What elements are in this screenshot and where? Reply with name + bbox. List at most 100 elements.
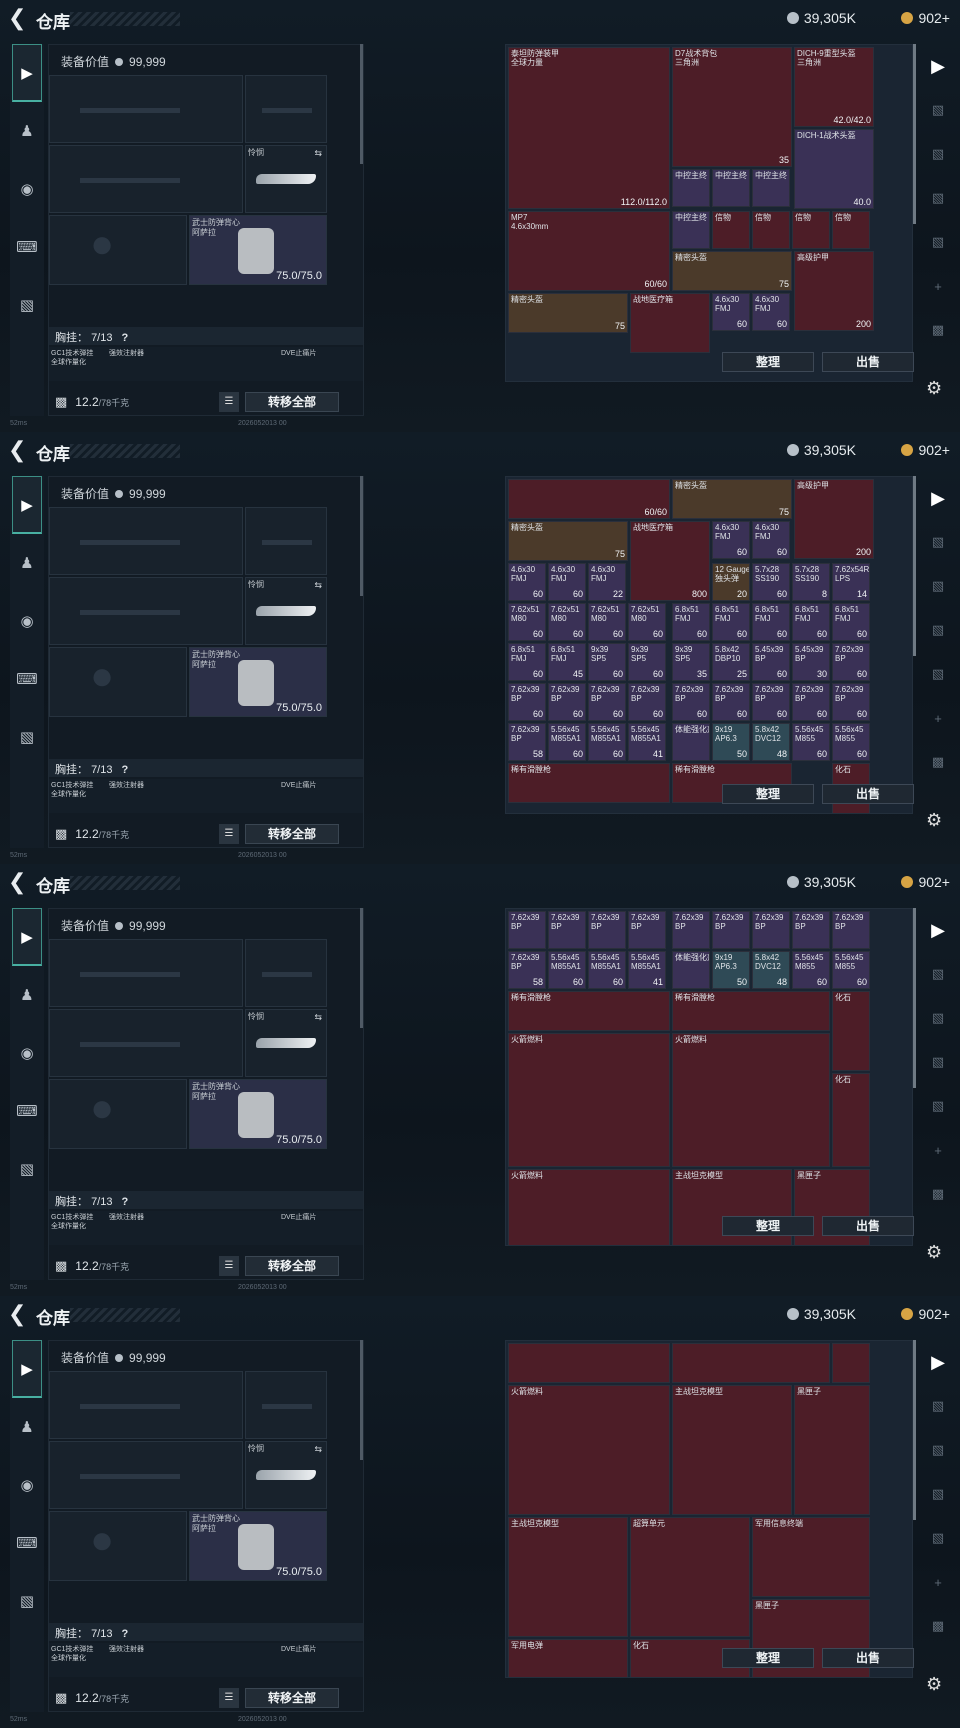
stash-tab-icon[interactable]: ▧ <box>920 1084 956 1128</box>
stash-tab-icon[interactable]: ▧ <box>920 652 956 696</box>
secondary-weapon-slot[interactable]: —— <box>49 145 243 213</box>
stash-tab-icon[interactable]: ▧ <box>920 1428 956 1472</box>
stash-tab-main-icon[interactable]: ▶ <box>920 908 956 952</box>
sort-button[interactable]: 整理 <box>722 1648 814 1668</box>
sort-button[interactable]: 整理 <box>722 784 814 804</box>
stash-item[interactable]: 7.62x39 BP 60 <box>712 683 750 721</box>
knife-slot[interactable]: 怜悯 ⇆ <box>245 145 327 213</box>
stash-item[interactable]: 5.56x45 M855A1 60 <box>548 951 586 989</box>
stash-item[interactable]: 7.62x39 BP <box>672 911 710 949</box>
stash-tab-icon[interactable]: ▧ <box>920 952 956 996</box>
add-tab-icon[interactable]: + <box>920 264 956 308</box>
stash-item[interactable]: 7.62x54R LPS 14 <box>832 563 870 601</box>
sell-button[interactable]: 出售 <box>822 1648 914 1668</box>
stash-item[interactable]: 泰坦防弹装甲 全球力量 112.0/112.0 <box>508 47 670 209</box>
transfer-all-button[interactable]: 转移全部 <box>245 824 339 844</box>
transfer-all-button[interactable]: 转移全部 <box>245 1688 339 1708</box>
helmet-slot[interactable]: ● <box>49 1079 187 1149</box>
lock-icon[interactable]: ▩ <box>920 1604 956 1648</box>
loadout-scrollbar[interactable] <box>360 908 363 1028</box>
list-view-icon[interactable]: ☰ <box>219 392 239 412</box>
stash-item[interactable]: 6.8x51 FMJ 60 <box>832 603 870 641</box>
stash-item[interactable]: 12 Gauge 独头弹 20 <box>712 563 750 601</box>
add-tab-icon[interactable]: + <box>920 696 956 740</box>
stash-tab-icon[interactable]: ▧ <box>920 996 956 1040</box>
stash-item[interactable]: 4.6x30 FMJ 60 <box>712 293 750 331</box>
back-arrow-icon[interactable]: ❮ <box>8 871 28 893</box>
stash-item[interactable]: 6.8x51 FMJ 60 <box>712 603 750 641</box>
stash-tab-icon[interactable]: ▧ <box>920 176 956 220</box>
primary-weapon-slot[interactable]: —— <box>49 1371 243 1439</box>
stash-item[interactable]: 精密头盔 75 <box>672 251 792 291</box>
armor-slot[interactable]: 武士防弹背心 阿萨拉 75.0/75.0 <box>189 1511 327 1581</box>
stash-item[interactable]: 60/60 <box>508 479 670 519</box>
lock-icon[interactable]: ▩ <box>920 1172 956 1216</box>
weapons-category-icon[interactable]: ▶ <box>12 908 42 966</box>
stash-item[interactable]: 7.62x39 BP 60 <box>832 683 870 721</box>
list-view-icon[interactable]: ☰ <box>219 1256 239 1276</box>
swap-icon[interactable]: ⇆ <box>314 148 322 159</box>
stash-item[interactable]: 5.56x45 M855A1 60 <box>588 723 626 761</box>
stash-item[interactable]: 7.62x39 BP 60 <box>792 683 830 721</box>
helmet-category-icon[interactable]: ◉ <box>12 1456 42 1514</box>
stash-tab-icon[interactable]: ▧ <box>920 1384 956 1428</box>
stash-item[interactable]: 5.8x42 DVC12 48 <box>752 951 790 989</box>
stash-item[interactable]: 中控主终 <box>712 169 750 207</box>
case-category-icon[interactable]: ▧ <box>12 1140 42 1198</box>
armor-slot[interactable]: 武士防弹背心 阿萨拉 75.0/75.0 <box>189 647 327 717</box>
pistol-slot[interactable]: — <box>245 1371 327 1439</box>
stash-item[interactable]: 化石 <box>832 1073 870 1167</box>
stash-item[interactable]: 体能强化剂 <box>672 723 710 761</box>
stash-item[interactable]: 7.62x39 BP 58 <box>508 723 546 761</box>
stash-item[interactable]: 7.62x39 BP 60 <box>752 683 790 721</box>
stash-item[interactable]: 火箭燃料 <box>508 1169 670 1245</box>
stash-item[interactable]: 9x19 AP6.3 50 <box>712 723 750 761</box>
stash-item[interactable]: 信物 <box>792 211 830 249</box>
loadout-scrollbar[interactable] <box>360 44 363 164</box>
add-tab-icon[interactable]: + <box>920 1560 956 1604</box>
stash-item[interactable]: 高级护甲 200 <box>794 251 874 331</box>
lock-icon[interactable]: ▩ <box>920 308 956 352</box>
stash-item[interactable]: 火箭燃料 <box>508 1033 670 1167</box>
stash-item[interactable]: 7.62x39 BP 60 <box>672 683 710 721</box>
stash-item[interactable]: D7战术背包 三角洲 35 <box>672 47 792 167</box>
stash-item[interactable]: 战地医疗箱 800 <box>630 521 710 601</box>
stash-item[interactable]: 4.6x30 FMJ 22 <box>588 563 626 601</box>
stash-item[interactable]: 5.56x45 M855 60 <box>792 951 830 989</box>
stash-item[interactable]: 5.56x45 M855A1 41 <box>628 723 666 761</box>
stash-tab-icon[interactable]: ▧ <box>920 608 956 652</box>
sell-button[interactable]: 出售 <box>822 1216 914 1236</box>
stash-item[interactable]: 黑匣子 <box>794 1385 870 1515</box>
stash-item[interactable]: 5.56x45 M855 60 <box>792 723 830 761</box>
stash-tab-icon[interactable]: ▧ <box>920 88 956 132</box>
armor-category-icon[interactable]: ♟ <box>12 534 42 592</box>
stash-item[interactable]: 中控主终 <box>672 211 710 249</box>
stash-scrollbar[interactable] <box>913 44 916 224</box>
knife-slot[interactable]: 怜悯 ⇆ <box>245 1441 327 1509</box>
stash-item[interactable]: 信物 <box>712 211 750 249</box>
stash-item[interactable]: 4.6x30 FMJ 60 <box>752 293 790 331</box>
swap-icon[interactable]: ⇆ <box>314 1012 322 1023</box>
stash-item[interactable]: 7.62x51 M80 60 <box>508 603 546 641</box>
stash-item[interactable]: 5.45x39 BP 30 <box>792 643 830 681</box>
stash-tab-icon[interactable]: ▧ <box>920 1472 956 1516</box>
case-category-icon[interactable]: ▧ <box>12 708 42 766</box>
stash-item[interactable]: 7.62x39 BP 60 <box>508 683 546 721</box>
stash-item[interactable]: 稀有滑膛枪 <box>508 991 670 1031</box>
rig-help-icon[interactable]: ? <box>122 1196 129 1208</box>
stash-tab-icon[interactable]: ▧ <box>920 132 956 176</box>
knife-slot[interactable]: 怜悯 ⇆ <box>245 1009 327 1077</box>
stash-item[interactable]: 信物 <box>832 211 870 249</box>
stash-item[interactable]: 7.62x39 BP 60 <box>588 683 626 721</box>
loadout-scrollbar[interactable] <box>360 476 363 596</box>
stash-item[interactable]: 5.56x45 M855A1 60 <box>548 723 586 761</box>
stash-item[interactable]: 7.62x39 BP 58 <box>508 951 546 989</box>
stash-item[interactable]: 4.6x30 FMJ 60 <box>752 521 790 559</box>
stash-item[interactable]: 稀有滑膛枪 <box>672 991 830 1031</box>
primary-weapon-slot[interactable]: —— <box>49 507 243 575</box>
stash-item[interactable]: DICH-1战术头盔 40.0 <box>794 129 874 209</box>
helmet-category-icon[interactable]: ◉ <box>12 1024 42 1082</box>
stash-item[interactable]: 火箭燃料 <box>672 1033 830 1167</box>
armor-category-icon[interactable]: ♟ <box>12 966 42 1024</box>
stash-item[interactable]: 7.62x39 BP 60 <box>628 683 666 721</box>
